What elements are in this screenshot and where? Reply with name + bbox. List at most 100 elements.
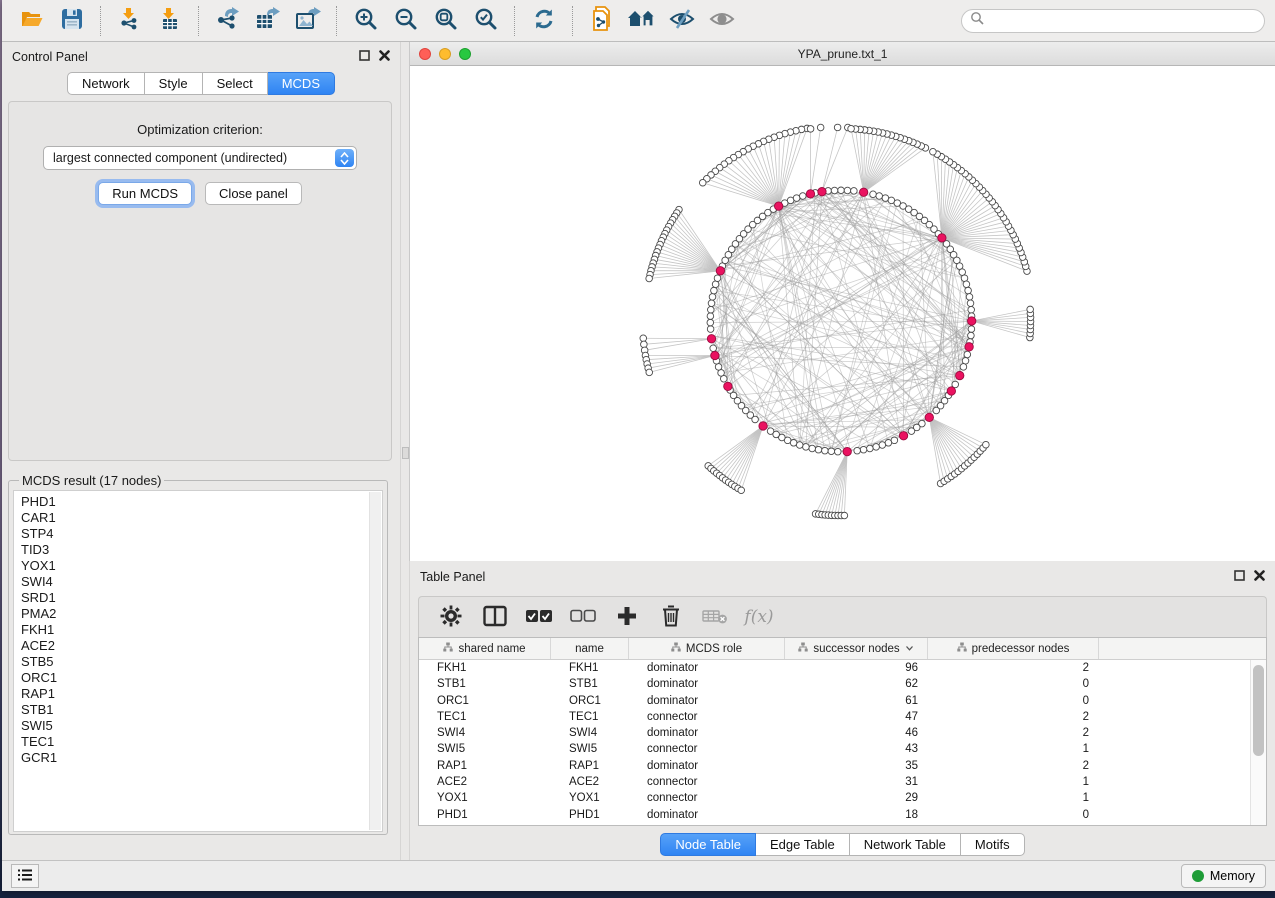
zoom-in-button[interactable] (348, 4, 384, 38)
network-node[interactable] (707, 326, 714, 333)
satellite-node[interactable] (983, 441, 990, 448)
mcds-hub-node[interactable] (965, 343, 973, 351)
network-canvas[interactable] (410, 66, 1275, 561)
mcds-hub-node[interactable] (818, 187, 826, 195)
network-node[interactable] (965, 287, 972, 294)
satellite-node[interactable] (807, 126, 814, 133)
table-row[interactable]: ACE2ACE2connector311 (419, 774, 1266, 790)
memory-button[interactable]: Memory (1181, 864, 1266, 888)
network-node[interactable] (714, 275, 721, 282)
import-network-button[interactable] (112, 4, 148, 38)
table-cell[interactable]: ACE2 (551, 774, 629, 790)
mcds-list-scrollbar[interactable] (369, 492, 381, 830)
table-cell[interactable]: dominator (629, 758, 785, 774)
mcds-result-item[interactable]: STP4 (21, 526, 382, 542)
mcds-result-item[interactable]: ORC1 (21, 670, 382, 686)
table-cell[interactable]: ACE2 (419, 774, 551, 790)
network-node[interactable] (793, 195, 800, 202)
table-cell[interactable]: 46 (785, 725, 928, 741)
table-cell[interactable]: connector (629, 774, 785, 790)
network-node[interactable] (715, 364, 722, 371)
mcds-hub-node[interactable] (947, 387, 955, 395)
tab-motifs[interactable]: Motifs (961, 833, 1025, 856)
table-cell[interactable]: ORC1 (419, 693, 551, 709)
mcds-hub-node[interactable] (843, 447, 851, 455)
criterion-select[interactable]: largest connected component (undirected) (43, 146, 357, 170)
satellite-node[interactable] (646, 369, 653, 376)
float-panel-icon[interactable] (359, 48, 370, 66)
table-row[interactable]: PHD1PHD1dominator180 (419, 807, 1266, 823)
table-settings-button[interactable] (431, 600, 471, 634)
table-cell[interactable]: 1 (928, 774, 1099, 790)
column-header-predecessor-nodes[interactable]: predecessor nodes (928, 638, 1099, 659)
network-node[interactable] (908, 428, 915, 435)
network-node[interactable] (838, 187, 845, 194)
tab-edge-table[interactable]: Edge Table (756, 833, 850, 856)
table-cell[interactable]: 35 (785, 758, 928, 774)
table-cell[interactable]: STB1 (551, 676, 629, 692)
mcds-hub-node[interactable] (806, 190, 814, 198)
table-row[interactable]: YOX1YOX1connector291 (419, 790, 1266, 806)
zoom-selected-button[interactable] (468, 4, 504, 38)
network-node[interactable] (854, 447, 861, 454)
table-cell[interactable]: 2 (928, 709, 1099, 725)
table-cell[interactable]: 31 (785, 774, 928, 790)
export-network-button[interactable] (210, 4, 246, 38)
table-cell[interactable]: 29 (785, 790, 928, 806)
add-column-button[interactable] (607, 600, 647, 634)
table-cell[interactable]: dominator (629, 807, 785, 823)
mcds-hub-node[interactable] (925, 413, 933, 421)
network-node[interactable] (860, 446, 867, 453)
close-panel-icon[interactable] (379, 48, 390, 66)
network-node[interactable] (710, 345, 717, 352)
float-panel-icon[interactable] (1234, 568, 1245, 586)
network-node[interactable] (851, 188, 858, 195)
table-cell[interactable]: dominator (629, 725, 785, 741)
mcds-hub-node[interactable] (774, 202, 782, 210)
table-cell[interactable]: 43 (785, 741, 928, 757)
network-node[interactable] (870, 191, 877, 198)
split-columns-button[interactable] (475, 600, 515, 634)
show-panels-button[interactable] (704, 4, 740, 38)
table-scrollbar[interactable] (1250, 660, 1266, 825)
table-cell[interactable]: 0 (928, 693, 1099, 709)
table-row[interactable]: TEC1TEC1connector472 (419, 709, 1266, 725)
table-cell[interactable]: YOX1 (551, 790, 629, 806)
network-node[interactable] (708, 300, 715, 307)
mcds-hub-node[interactable] (859, 188, 867, 196)
table-cell[interactable]: connector (629, 709, 785, 725)
network-node[interactable] (707, 319, 714, 326)
table-scrollbar-thumb[interactable] (1253, 665, 1264, 756)
table-cell[interactable]: PHD1 (419, 807, 551, 823)
network-node[interactable] (879, 442, 886, 449)
table-cell[interactable]: SWI5 (551, 741, 629, 757)
table-cell[interactable]: 47 (785, 709, 928, 725)
table-cell[interactable]: FKH1 (551, 660, 629, 676)
tab-style[interactable]: Style (145, 72, 203, 95)
table-cell[interactable]: dominator (629, 660, 785, 676)
satellite-node[interactable] (848, 125, 855, 132)
table-cell[interactable]: TEC1 (551, 709, 629, 725)
table-cell[interactable]: SWI4 (419, 725, 551, 741)
table-cell[interactable]: SWI4 (551, 725, 629, 741)
column-header-shared-name[interactable]: shared name (419, 638, 551, 659)
table-cell[interactable]: 1 (928, 790, 1099, 806)
network-node[interactable] (968, 326, 975, 333)
network-node[interactable] (708, 306, 715, 313)
mcds-result-item[interactable]: STB1 (21, 702, 382, 718)
close-panel-button[interactable]: Close panel (205, 182, 302, 205)
satellite-node[interactable] (834, 124, 841, 131)
table-cell[interactable]: 2 (928, 725, 1099, 741)
network-node[interactable] (767, 428, 774, 435)
satellite-node[interactable] (1027, 306, 1034, 313)
mcds-hub-node[interactable] (707, 335, 715, 343)
satellite-node[interactable] (641, 341, 648, 348)
table-cell[interactable]: 61 (785, 693, 928, 709)
mcds-hub-node[interactable] (724, 382, 732, 390)
network-node[interactable] (959, 269, 966, 276)
network-node[interactable] (711, 287, 718, 294)
mcds-result-item[interactable]: SWI4 (21, 574, 382, 590)
panel-splitter[interactable] (400, 42, 409, 860)
table-cell[interactable]: TEC1 (419, 709, 551, 725)
mcds-hub-node[interactable] (938, 234, 946, 242)
